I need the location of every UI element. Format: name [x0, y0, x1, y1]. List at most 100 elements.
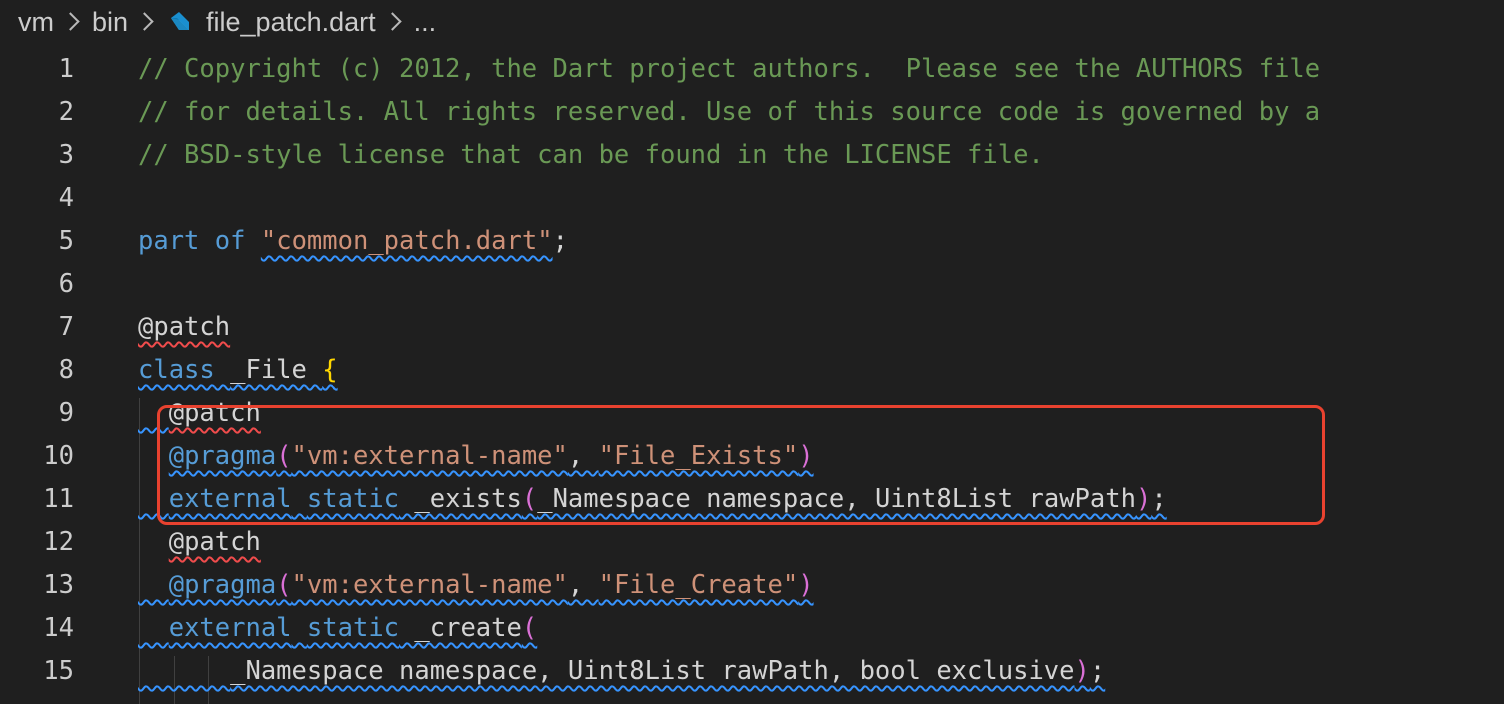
code-text: @pragma("vm:external-name", "File_Exists… [138, 435, 814, 478]
code-token: _File [230, 355, 307, 385]
code-text: part of "common_patch.dart"; [138, 220, 568, 263]
chevron-right-icon [64, 12, 78, 32]
code-token: @patch [138, 312, 231, 342]
line-number: 1 [58, 54, 74, 84]
code-token: ) [1135, 484, 1152, 514]
code-token: ( [276, 441, 292, 471]
code-token: ( [521, 484, 538, 514]
code-token: external [168, 613, 292, 643]
code-text: external static _exists(_Namespace names… [138, 478, 1167, 521]
code-token: "common_patch.dart" [260, 226, 553, 256]
code-line[interactable]: 5 part of "common_patch.dart"; [0, 220, 1504, 263]
code-line[interactable]: 4 [0, 177, 1504, 220]
code-text: // BSD-style license that can be found i… [138, 134, 1044, 177]
code-token: "vm:external-name" [291, 441, 568, 471]
code-token: "File_Exists" [598, 441, 799, 471]
code-token: ) [1074, 656, 1090, 686]
code-token: ; [1151, 484, 1167, 514]
line-number: 15 [43, 656, 74, 686]
code-token: // BSD-style license that can be found i… [138, 140, 1044, 170]
code-text: @patch [138, 392, 261, 435]
code-line[interactable]: 14 external static _create( [0, 607, 1504, 650]
code-line[interactable]: 1 // Copyright (c) 2012, the Dart project… [0, 48, 1504, 91]
code-token: part [138, 226, 200, 256]
code-token: ; [1089, 656, 1106, 686]
code-line[interactable]: 11 external static _exists(_Namespace na… [0, 478, 1504, 521]
code-text: @pragma("vm:external-name", "File_Create… [138, 564, 814, 607]
code-text: // for details. All rights reserved. Use… [138, 91, 1320, 134]
code-token: ) [798, 570, 814, 600]
code-token: ( [521, 613, 538, 643]
code-token: _exists [399, 484, 522, 514]
line-number: 3 [58, 140, 74, 170]
code-line[interactable]: 8 class _File { [0, 349, 1504, 392]
code-line[interactable]: 10 @pragma("vm:external-name", "File_Exi… [0, 435, 1504, 478]
line-number: 12 [43, 527, 74, 557]
code-token: of [214, 226, 246, 256]
code-text: _Namespace namespace, Uint8List rawPath,… [138, 650, 1105, 693]
line-number: 7 [58, 312, 74, 342]
line-number: 2 [58, 97, 74, 127]
code-token: static [306, 484, 400, 514]
code-token: , [567, 570, 599, 600]
code-token: ( [276, 570, 292, 600]
code-line[interactable]: 2 // for details. All rights reserved. Us… [0, 91, 1504, 134]
code-token: ) [798, 441, 814, 471]
code-text: @patch [138, 521, 261, 564]
line-number: 4 [58, 183, 74, 213]
code-token: _Namespace namespace, Uint8List rawPath,… [230, 656, 1075, 686]
code-token: "File_Create" [598, 570, 799, 600]
chevron-right-icon [386, 12, 400, 32]
code-line[interactable]: 6 [0, 263, 1504, 306]
chevron-right-icon [138, 12, 152, 32]
code-token: _create [399, 613, 522, 643]
code-editor[interactable]: 1 // Copyright (c) 2012, the Dart project… [0, 48, 1504, 704]
code-line[interactable]: 9 @patch [0, 392, 1504, 435]
code-token: // for details. All rights reserved. Use… [138, 97, 1321, 127]
code-token: class [138, 355, 215, 385]
code-text: @patch [138, 306, 230, 349]
code-text: class _File { [138, 349, 338, 392]
breadcrumb-item-vm[interactable]: vm [18, 7, 54, 38]
code-token: _Namespace namespace, Uint8List rawPath [537, 484, 1136, 514]
code-text: // Copyright (c) 2012, the Dart project … [138, 48, 1320, 91]
code-token: @patch [168, 398, 261, 428]
code-token: static [306, 613, 400, 643]
breadcrumb: vm bin file_patch.dart ... [18, 0, 436, 44]
code-line[interactable]: 15 _Namespace namespace, Uint8List rawPa… [0, 650, 1504, 693]
line-number: 13 [43, 570, 74, 600]
code-token: ; [552, 226, 568, 256]
code-line[interactable]: 3 // BSD-style license that can be found … [0, 134, 1504, 177]
breadcrumb-item-bin[interactable]: bin [92, 7, 128, 38]
dart-file-icon [171, 12, 190, 30]
breadcrumb-more[interactable]: ... [414, 7, 437, 38]
line-number: 14 [43, 613, 74, 643]
code-token: // Copyright (c) 2012, the Dart project … [138, 54, 1321, 84]
code-token: @pragma [168, 570, 277, 600]
code-line[interactable]: 7 @patch [0, 306, 1504, 349]
line-number: 11 [43, 484, 74, 514]
line-number: 6 [58, 269, 74, 299]
code-token: @pragma [168, 441, 277, 471]
code-line[interactable]: 12 @patch [0, 521, 1504, 564]
line-number: 5 [58, 226, 74, 256]
code-text: external static _create( [138, 607, 538, 650]
breadcrumb-file[interactable]: file_patch.dart [206, 7, 376, 38]
line-number: 9 [58, 398, 74, 428]
code-token: external [168, 484, 292, 514]
code-token: { [322, 355, 338, 385]
code-line[interactable]: 13 @pragma("vm:external-name", "File_Cre… [0, 564, 1504, 607]
